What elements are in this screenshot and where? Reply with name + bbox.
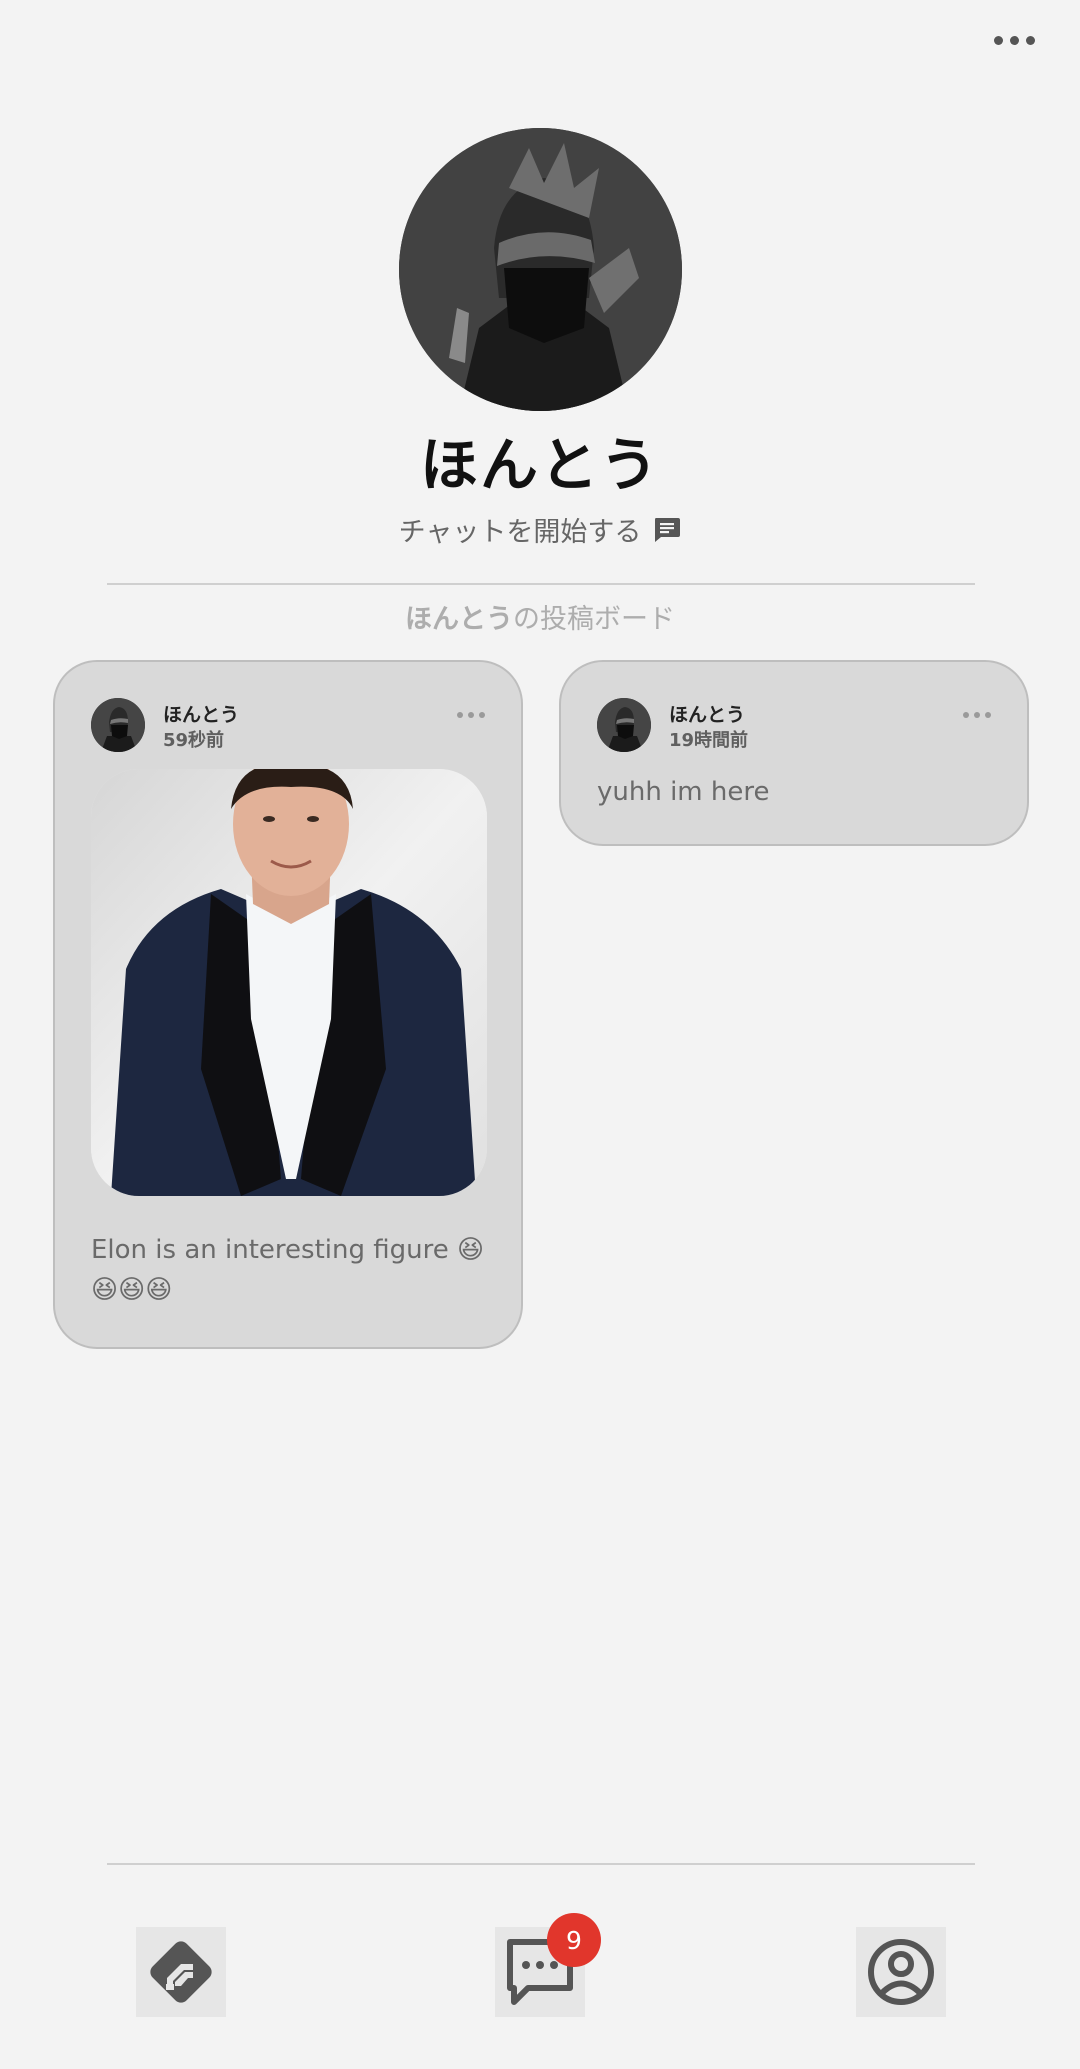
profile-circle-icon xyxy=(868,1939,934,2005)
avatar-illustration xyxy=(399,128,682,411)
divider xyxy=(107,583,975,585)
post-time: 59秒前 xyxy=(163,730,225,751)
post-card[interactable]: ほんとう 59秒前 Elon is an interesting figure … xyxy=(53,660,523,1349)
avatar[interactable] xyxy=(91,698,145,752)
more-horizontal-icon xyxy=(993,35,1003,45)
avatar-illustration xyxy=(597,698,651,752)
post-text: Elon is an interesting figure 😆😆😆😆 xyxy=(91,1235,485,1305)
avatar-illustration xyxy=(91,698,145,752)
more-dot xyxy=(468,712,474,718)
profile-avatar[interactable] xyxy=(399,128,682,411)
nav-feed-button[interactable] xyxy=(136,1927,226,2017)
profile-name: ほんとう xyxy=(419,431,660,499)
portrait-photo xyxy=(91,769,487,1196)
notification-badge: 9 xyxy=(547,1913,601,1967)
post-more-button[interactable] xyxy=(457,712,485,718)
more-dot xyxy=(479,712,485,718)
post-more-button[interactable] xyxy=(963,712,991,718)
nav-profile-button[interactable] xyxy=(856,1927,946,2017)
post-text: yuhh im here xyxy=(597,777,770,807)
more-horizontal-icon xyxy=(457,712,463,718)
board-title: ほんとうの投稿ボード xyxy=(0,597,1080,636)
message-icon xyxy=(655,517,681,542)
more-dot xyxy=(1025,35,1035,45)
feed-icon xyxy=(150,1941,212,2003)
post-image[interactable] xyxy=(91,769,487,1196)
post-card[interactable]: ほんとう 19時間前 yuhh im here xyxy=(559,660,1029,846)
post-author: ほんとう xyxy=(669,704,746,726)
start-chat-label: チャットを開始する xyxy=(398,517,642,548)
avatar[interactable] xyxy=(597,698,651,752)
more-dot xyxy=(985,712,991,718)
more-dot xyxy=(1009,35,1019,45)
more-options-button[interactable] xyxy=(984,24,1044,56)
start-chat-button[interactable]: チャットを開始する xyxy=(0,510,1080,549)
post-author: ほんとう xyxy=(163,704,240,726)
divider xyxy=(107,1863,975,1865)
board-title-suffix: の投稿ボード xyxy=(513,604,675,635)
board-title-name: ほんとう xyxy=(405,604,513,635)
post-time: 19時間前 xyxy=(669,730,749,751)
more-horizontal-icon xyxy=(963,712,969,718)
more-dot xyxy=(974,712,980,718)
